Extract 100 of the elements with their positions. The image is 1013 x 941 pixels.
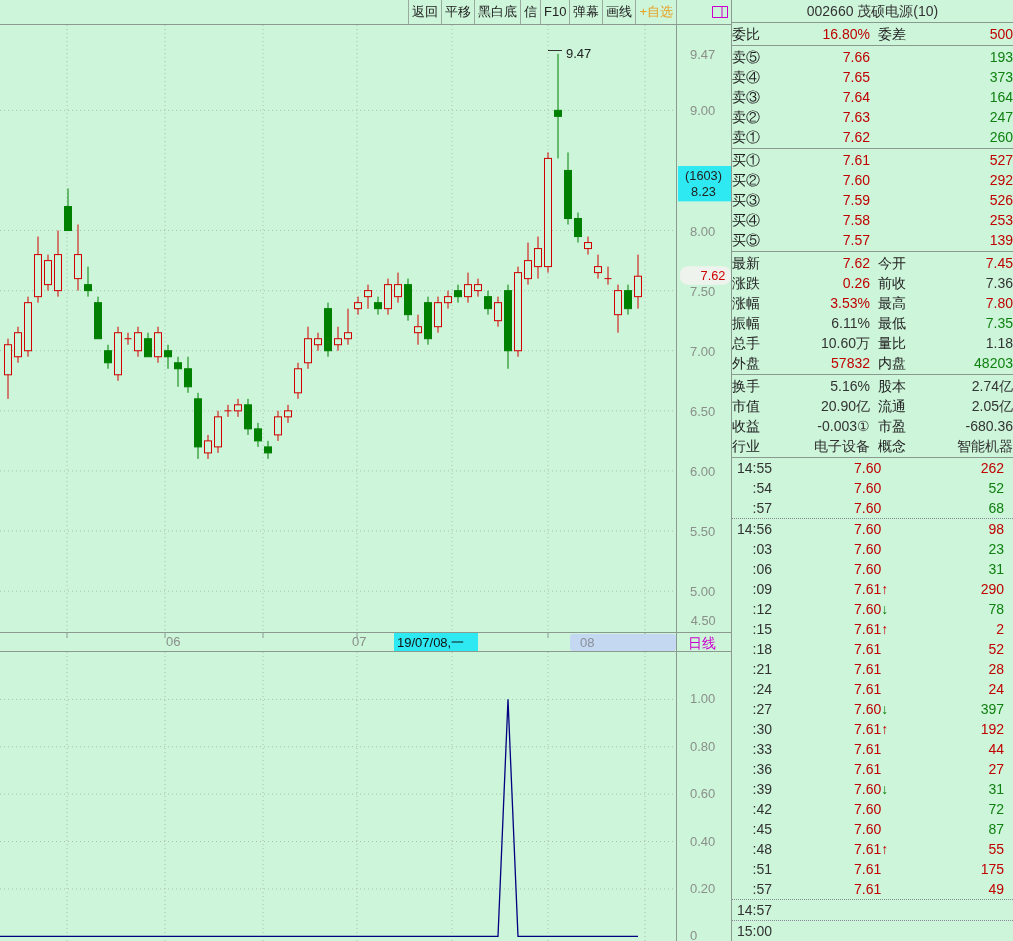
candlestick — [54, 230, 62, 298]
trade-volume: 72 — [987, 800, 1004, 819]
quote-label: 内盘 — [877, 354, 907, 373]
quote-value: 48203 — [973, 354, 1013, 373]
trade-price: 7.61 — [854, 680, 883, 699]
quote-value: 3.53% — [829, 294, 870, 313]
trade-time: :21 — [751, 660, 772, 679]
candlestick — [174, 356, 182, 388]
trade-time: :45 — [751, 820, 772, 839]
trade-time: :15 — [751, 620, 772, 639]
candlestick — [494, 296, 502, 328]
trade-price: 7.60 — [854, 479, 883, 498]
candlestick — [614, 284, 622, 334]
axis-label: 5.00 — [690, 584, 716, 600]
trade-time: :27 — [751, 700, 772, 719]
cursor-price-label: 8.23 — [691, 184, 716, 200]
candlestick — [314, 332, 322, 352]
candlestick — [394, 272, 402, 304]
candlestick — [124, 332, 132, 346]
toolbar-button[interactable]: 弹幕 — [569, 0, 603, 24]
toolbar-button[interactable]: F10 — [540, 0, 570, 24]
trade-time: :33 — [751, 740, 772, 759]
candlestick — [294, 362, 302, 400]
quote-value: 7.58 — [841, 211, 870, 230]
trade-volume: 28 — [987, 660, 1004, 679]
quote-value: 2.74亿 — [970, 377, 1013, 396]
candlestick — [114, 326, 122, 382]
trade-time: :36 — [751, 760, 772, 779]
trade-volume: 68 — [987, 499, 1004, 518]
quote-value: 智能机器 — [956, 437, 1013, 456]
leader-line — [547, 50, 563, 51]
quote-value: 7.61 — [841, 151, 870, 170]
candlestick — [374, 296, 382, 316]
candlestick — [454, 284, 462, 304]
quote-value: 193 — [988, 48, 1013, 67]
candlestick — [94, 296, 102, 340]
panel-toggle-icon[interactable] — [712, 6, 728, 18]
axis-label: 8.00 — [690, 223, 716, 239]
candlestick — [4, 338, 12, 400]
quote-value: 5.16% — [829, 377, 870, 396]
candlestick — [34, 236, 42, 304]
trade-time: :51 — [751, 860, 772, 879]
trade-time: :03 — [751, 540, 772, 559]
candlestick — [264, 440, 272, 460]
trade-volume: 31 — [987, 560, 1004, 579]
toolbar-button[interactable]: 画线 — [602, 0, 636, 24]
quote-label: 换手 — [732, 377, 761, 396]
toolbar-button[interactable]: 黑白底 — [474, 0, 520, 24]
axis-label: 0.60 — [690, 786, 716, 802]
candlestick — [354, 296, 362, 316]
quote-value: 16.80% — [821, 25, 870, 44]
trade-volume: 55 — [987, 840, 1004, 859]
trade-time: 14:55 — [735, 459, 772, 478]
high-price-label: 9.47 — [566, 46, 592, 61]
candlestick — [144, 332, 152, 358]
trade-price: 7.60 — [854, 800, 883, 819]
candlestick — [164, 344, 172, 370]
trade-price: 7.61↑ — [854, 580, 890, 599]
quote-value: 526 — [988, 191, 1013, 210]
candlestick — [14, 326, 22, 364]
quote-value: 7.60 — [841, 171, 870, 190]
quote-label: 卖② — [732, 108, 761, 127]
quote-value: 253 — [988, 211, 1013, 230]
axis-label: 9.47 — [690, 46, 716, 62]
trade-time: :12 — [751, 600, 772, 619]
candlestick — [104, 344, 112, 370]
candlestick — [84, 266, 92, 298]
quote-value: 10.60万 — [819, 334, 870, 353]
quote-value: 7.65 — [841, 68, 870, 87]
toolbar-button[interactable]: 返回 — [408, 0, 441, 24]
toolbar-button[interactable]: 信 — [520, 0, 540, 24]
quote-label: 最高 — [877, 294, 907, 313]
quote-label: 涨跌 — [732, 274, 761, 293]
quote-label: 卖③ — [732, 88, 761, 107]
quote-label: 今开 — [877, 254, 907, 273]
quote-label: 委差 — [877, 25, 907, 44]
axis-label: 9.00 — [690, 103, 716, 119]
quote-label: 外盘 — [732, 354, 761, 373]
candlestick — [224, 404, 232, 418]
quote-value: 7.66 — [841, 48, 870, 67]
trade-price: 7.61 — [854, 660, 883, 679]
candlestick — [344, 308, 352, 346]
trade-price: 7.61 — [854, 760, 883, 779]
quote-label: 量比 — [877, 334, 907, 353]
axis-label: 6.50 — [690, 403, 716, 419]
candlestick — [484, 290, 492, 316]
toolbar-button[interactable]: 平移 — [441, 0, 474, 24]
period-label[interactable]: 日线 — [688, 635, 716, 651]
trade-price: 7.61↑ — [854, 720, 890, 739]
axis-label: 1.00 — [690, 691, 716, 707]
trade-volume: 27 — [987, 760, 1004, 779]
candlestick — [204, 434, 212, 460]
trade-volume: 78 — [987, 600, 1004, 619]
axis-label: 4.50 — [690, 612, 716, 628]
trade-price: 7.60 — [854, 520, 883, 539]
trade-price: 7.60↓ — [854, 700, 890, 719]
candlestick — [184, 356, 192, 394]
quote-value: 527 — [988, 151, 1013, 170]
axis-label: 6.00 — [690, 463, 716, 479]
trade-time: 14:56 — [735, 520, 772, 539]
